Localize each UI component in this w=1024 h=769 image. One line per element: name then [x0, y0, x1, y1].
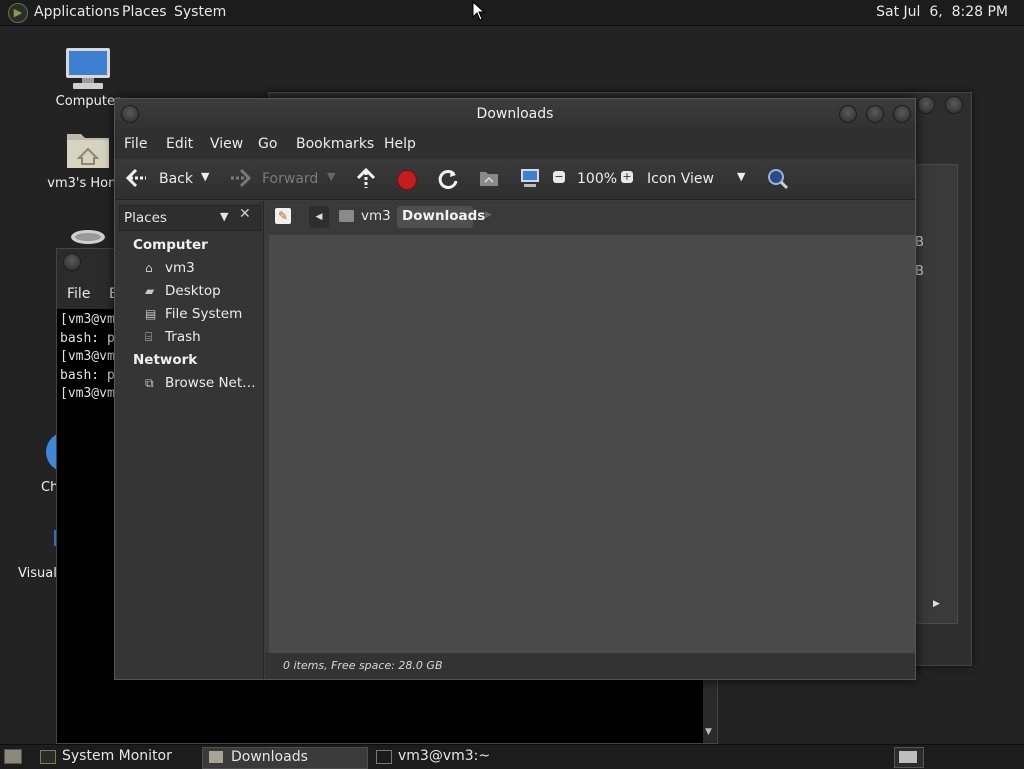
- terminal-scrollbar[interactable]: ▼: [703, 679, 717, 743]
- taskbar-item-downloads[interactable]: Downloads: [202, 747, 368, 769]
- chevron-down-icon: ▼: [220, 210, 229, 223]
- workspace-switcher[interactable]: [894, 747, 924, 768]
- window-titlebar[interactable]: Downloads: [115, 99, 915, 129]
- stop-icon[interactable]: [397, 170, 417, 190]
- taskbar-item-label: System Monitor: [62, 748, 172, 764]
- menu-file[interactable]: File: [124, 136, 147, 152]
- desktop-icon-visual[interactable]: Visual: [18, 530, 58, 581]
- view-mode-dropdown[interactable]: ▼: [737, 170, 745, 183]
- file-view[interactable]: [269, 235, 915, 653]
- maximize-button[interactable]: [866, 105, 884, 123]
- terminal-line: [vm3@vm: [60, 349, 115, 364]
- terminal-line: [vm3@vm: [60, 312, 115, 327]
- close-button[interactable]: [893, 105, 911, 123]
- terminal-line: bash: p: [60, 330, 115, 346]
- show-desktop-icon[interactable]: [4, 749, 22, 764]
- sidebar-item-label: File System: [165, 306, 243, 322]
- size-label: B: [915, 264, 924, 279]
- toolbar: Back ▼ Forward ▼ − 100% + Icon View ▼: [115, 159, 915, 200]
- sidebar: Places ▼ ✕ Computer ⌂ vm3 ▰ Desktop ▤ Fi…: [115, 201, 264, 679]
- zoom-level[interactable]: 100%: [577, 171, 617, 187]
- minimize-button[interactable]: [839, 105, 857, 123]
- trash-icon: ⌸: [145, 330, 153, 344]
- menu-view[interactable]: View: [210, 136, 243, 152]
- drive-icon: ▤: [145, 307, 157, 321]
- home-folder-icon: [67, 134, 109, 168]
- arrow-left-icon[interactable]: [124, 167, 148, 189]
- path-bar: ✎ ◀ vm3 Downloads ▶: [265, 201, 915, 235]
- bottom-panel: System Monitor Downloads vm3@vm3:~: [0, 744, 1024, 769]
- sidebar-item-label: Trash: [165, 329, 201, 345]
- scroll-down-arrow-icon[interactable]: ▼: [705, 727, 712, 737]
- arrow-up-icon[interactable]: [355, 167, 377, 189]
- back-history-dropdown[interactable]: ▼: [201, 170, 209, 183]
- terminal-line: bash: p: [60, 367, 115, 383]
- taskbar-item-terminal[interactable]: vm3@vm3:~: [370, 747, 530, 767]
- sidebar-section-network: Network: [133, 352, 198, 368]
- forward-history-dropdown[interactable]: ▼: [327, 170, 335, 183]
- desktop-icon-label: Visual: [18, 566, 57, 581]
- forward-button[interactable]: Forward: [262, 171, 318, 187]
- home-folder-icon: [339, 210, 354, 222]
- menubar: File Edit View Go Bookmarks Help: [115, 129, 915, 159]
- folder-icon: ▰: [145, 284, 155, 298]
- computer-icon[interactable]: [519, 167, 541, 189]
- status-text: 0 items, Free space: 28.0 GB: [283, 659, 443, 672]
- sidebar-item-label: Desktop: [165, 283, 221, 299]
- folder-icon: [209, 751, 223, 763]
- size-label: B: [915, 235, 924, 250]
- home-folder-icon[interactable]: [479, 169, 499, 187]
- sidebar-section-computer: Computer: [133, 237, 208, 253]
- taskbar-item-system-monitor[interactable]: System Monitor: [34, 747, 194, 767]
- gnome-foot-icon[interactable]: ▶: [8, 3, 28, 23]
- clock[interactable]: Sat Jul 6, 8:28 PM: [876, 4, 1008, 20]
- minimize-button[interactable]: [917, 96, 935, 114]
- maximize-button[interactable]: [945, 96, 963, 114]
- view-mode-select[interactable]: Icon View: [647, 171, 714, 187]
- reload-icon[interactable]: [437, 168, 459, 190]
- window-menu-button[interactable]: [63, 253, 81, 271]
- computer-icon: [66, 48, 110, 89]
- search-icon[interactable]: [766, 167, 790, 191]
- places-menu[interactable]: Places: [122, 4, 167, 20]
- background-window-panel: B B ▶: [915, 164, 958, 624]
- sidebar-item-label: Browse Net…: [165, 375, 256, 391]
- menu-edit[interactable]: Edit: [166, 136, 193, 152]
- terminal-output[interactable]: [vm3@vm bash: p [vm3@vm bash: p [vm3@vm: [60, 311, 115, 404]
- trash-icon: [71, 230, 105, 244]
- terminal-line: [vm3@vm: [60, 386, 115, 401]
- path-scroll-left-button[interactable]: ◀: [309, 206, 329, 228]
- status-bar: 0 items, Free space: 28.0 GB: [265, 653, 915, 679]
- mouse-cursor-icon: [472, 1, 486, 21]
- breadcrumb-label: vm3: [361, 208, 391, 224]
- file-manager-window[interactable]: Downloads File Edit View Go Bookmarks He…: [114, 98, 916, 680]
- applications-menu[interactable]: Applications: [34, 4, 120, 20]
- workspace-window-icon: [899, 751, 917, 763]
- edit-location-button[interactable]: ✎: [275, 208, 291, 224]
- path-scroll-right-button[interactable]: ▶: [485, 210, 492, 220]
- back-button[interactable]: Back: [159, 171, 193, 187]
- zoom-in-icon[interactable]: +: [621, 171, 633, 183]
- menu-bookmarks[interactable]: Bookmarks: [296, 136, 374, 152]
- places-selector-label: Places: [124, 210, 167, 226]
- sidebar-item-label: vm3: [165, 260, 195, 276]
- terminal-icon: [376, 750, 392, 764]
- taskbar-item-label: Downloads: [231, 749, 308, 765]
- close-sidebar-button[interactable]: ✕: [239, 206, 251, 222]
- system-monitor-icon: [40, 750, 56, 764]
- menu-go[interactable]: Go: [258, 136, 277, 152]
- window-title: Downloads: [476, 106, 554, 122]
- breadcrumb-label: Downloads: [402, 208, 486, 224]
- breadcrumb-downloads[interactable]: Downloads: [397, 206, 485, 228]
- scroll-right-arrow-icon[interactable]: ▶: [933, 599, 940, 609]
- network-icon: ⧉: [145, 376, 154, 390]
- zoom-out-icon[interactable]: −: [553, 171, 565, 183]
- menu-help[interactable]: Help: [384, 136, 416, 152]
- arrow-right-icon[interactable]: [229, 167, 253, 189]
- home-folder-icon: ⌂: [145, 261, 153, 275]
- top-panel: ▶ Applications Places System Sat Jul 6, …: [0, 0, 1024, 26]
- taskbar-item-label: vm3@vm3:~: [398, 748, 491, 764]
- system-menu[interactable]: System: [174, 4, 226, 20]
- terminal-menu-file[interactable]: File: [67, 286, 90, 302]
